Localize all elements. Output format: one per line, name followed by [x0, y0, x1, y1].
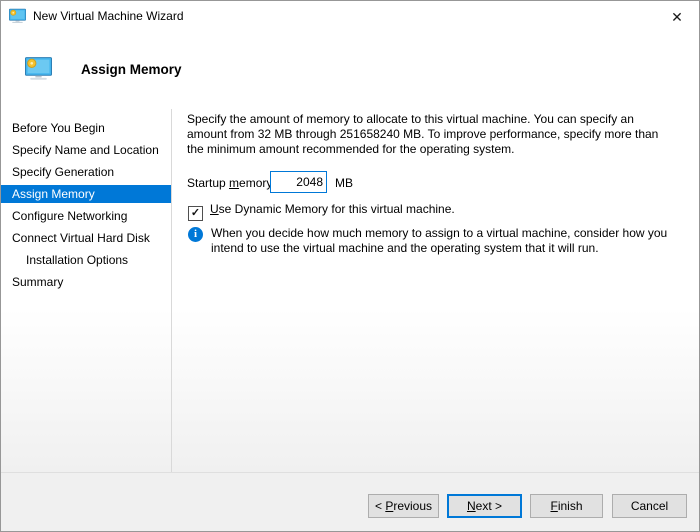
page-title: Assign Memory — [81, 62, 182, 77]
wizard-steps-sidebar: Before You Begin Specify Name and Locati… — [1, 119, 171, 295]
finish-button-accesskey: F — [550, 499, 558, 513]
memory-description-text: Specify the amount of memory to allocate… — [187, 112, 659, 156]
sidebar-item-assign-memory[interactable]: Assign Memory — [1, 185, 171, 203]
startup-memory-input[interactable] — [270, 171, 327, 193]
dynamic-memory-label-accesskey: U — [210, 202, 219, 216]
startup-memory-label-pre: Startup — [187, 176, 230, 190]
cancel-button[interactable]: Cancel — [612, 494, 687, 518]
sidebar-divider — [171, 109, 172, 472]
new-vm-wizard-window: New Virtual Machine Wizard ✕ Assign Memo… — [0, 0, 700, 532]
dynamic-memory-label[interactable]: Use Dynamic Memory for this virtual mach… — [210, 202, 455, 216]
startup-memory-label-accesskey: m — [229, 176, 240, 190]
footer-bar: < Previous Next > Finish Cancel — [1, 473, 699, 531]
sidebar-item-specify-name-and-location[interactable]: Specify Name and Location — [1, 141, 171, 159]
info-icon: i — [188, 227, 203, 242]
startup-memory-label: Startup memory: — [187, 176, 276, 190]
sidebar-item-connect-virtual-hard-disk[interactable]: Connect Virtual Hard Disk — [1, 229, 171, 247]
vm-monitor-icon — [9, 8, 26, 27]
vm-monitor-icon-large — [25, 57, 52, 83]
previous-button-pre: < — [374, 499, 386, 513]
next-button-accesskey: N — [466, 499, 476, 513]
cancel-button-pre: Cancel — [630, 499, 669, 513]
previous-button[interactable]: < Previous — [368, 494, 439, 518]
next-button-rest: ext > — [475, 499, 503, 513]
sidebar-item-configure-networking[interactable]: Configure Networking — [1, 207, 171, 225]
dynamic-memory-label-rest: se Dynamic Memory for this virtual machi… — [218, 202, 455, 216]
memory-unit-label: MB — [335, 176, 353, 190]
sidebar-item-before-you-begin[interactable]: Before You Begin — [1, 119, 171, 137]
finish-button-rest: inish — [557, 499, 583, 513]
sidebar-item-summary[interactable]: Summary — [1, 273, 171, 291]
dynamic-memory-row: ✓ Use Dynamic Memory for this virtual mac… — [188, 202, 455, 221]
next-button[interactable]: Next > — [447, 494, 522, 518]
previous-button-rest: revious — [393, 499, 433, 513]
sidebar-item-installation-options[interactable]: Installation Options — [1, 251, 171, 269]
info-note-text: When you decide how much memory to assig… — [211, 226, 668, 255]
dynamic-memory-checkbox[interactable]: ✓ — [188, 206, 203, 221]
window-title: New Virtual Machine Wizard — [33, 9, 184, 23]
finish-button[interactable]: Finish — [530, 494, 603, 518]
close-icon[interactable]: ✕ — [666, 6, 688, 28]
title-bar[interactable]: New Virtual Machine Wizard ✕ — [1, 1, 699, 31]
sidebar-item-specify-generation[interactable]: Specify Generation — [1, 163, 171, 181]
